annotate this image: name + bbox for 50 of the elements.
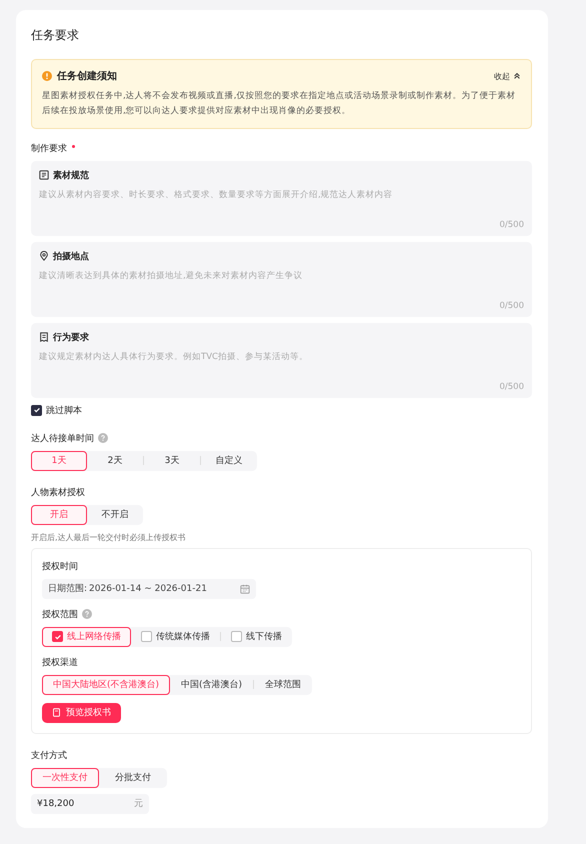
document-icon [39, 170, 49, 180]
field-label: 达人待接单时间 [31, 432, 94, 445]
scope-option[interactable]: 线下传播 [221, 626, 292, 647]
check-icon [54, 632, 62, 641]
notice-text: 星图素材授权任务中,达人将不会发布视频或直播,仅按照您的要求在指定地点或活动场景录制或制作素材。为了便于素材后续在投放场景使用,您可以向达人要求提供对应素材中出现肖像的必要授权。 [42, 90, 516, 118]
date-range-field[interactable]: 日期范围: 2026-01-14 ~ 2026-01-21 [42, 578, 256, 599]
clipboard-icon [39, 332, 49, 342]
character-count: 0/500 [500, 382, 524, 392]
segment-option[interactable]: 自定义 [201, 450, 257, 471]
text-area[interactable]: 行为要求 建议规定素材内达人具体行为要求。例如TVC拍摄、参与某活动等。 0/500 [31, 322, 532, 398]
field-title: 素材规范 [53, 169, 89, 182]
hint-text: 开启后,达人最后一轮交付时必须上传授权书 [31, 532, 187, 543]
calendar-icon [240, 584, 250, 594]
location-pin-icon [39, 251, 49, 262]
field-label: 授权范围 [42, 608, 78, 621]
segment-option[interactable]: 3天 [144, 450, 200, 471]
segment-option[interactable]: 分批支付 [99, 768, 167, 788]
checkbox[interactable] [231, 631, 242, 642]
checkbox[interactable] [141, 631, 152, 642]
amount-field[interactable]: ¥18,200 元 [31, 794, 149, 814]
character-count: 0/500 [500, 300, 524, 311]
segment-option[interactable]: 2天 [87, 450, 143, 471]
field-title: 拍摄地点 [53, 250, 89, 263]
chevron-up-icon [513, 72, 521, 80]
segment-option[interactable]: 全球范围 [254, 674, 312, 695]
checkbox-label: 跳过脚本 [46, 404, 82, 417]
scope-option[interactable]: 传统媒体传播 [131, 626, 220, 647]
field-label: 授权渠道 [42, 656, 78, 669]
field-label: 制作要求 [31, 142, 532, 155]
segment-option[interactable]: 中国(含港澳台) [170, 674, 254, 695]
collapse-toggle[interactable]: 收起 [494, 70, 521, 82]
checkbox[interactable] [31, 404, 42, 416]
text-input[interactable]: 建议清晰表达到具体的素材拍摄地址,避免未来对素材内容产生争议 [39, 270, 524, 301]
text-area[interactable]: 拍摄地点 建议清晰表达到具体的素材拍摄地址,避免未来对素材内容产生争议 0/500 [31, 242, 532, 317]
segment-option[interactable]: 不开启 [87, 504, 143, 525]
text-input[interactable]: 建议从素材内容要求、时长要求、格式要求、数量要求等方面展开介绍,规范达人素材内容 [39, 188, 524, 220]
field-label: 授权时间 [42, 560, 78, 573]
checkbox[interactable] [52, 631, 63, 642]
character-count: 0/500 [500, 220, 524, 230]
preview-button[interactable]: 预览授权书 [42, 702, 121, 723]
check-icon [32, 406, 40, 414]
field-label: 支付方式 [31, 750, 67, 762]
text-area[interactable]: 素材规范 建议从素材内容要求、时长要求、格式要求、数量要求等方面展开介绍,规范达人素材内容 0/500 [31, 160, 532, 236]
text-input[interactable]: 建议规定素材内达人具体行为要求。例如TVC拍摄、参与某活动等。 [39, 350, 524, 382]
field-label: 人物素材授权 [31, 486, 85, 499]
notice-title: 任务创建须知 [57, 70, 117, 83]
section-title: 任务要求 [31, 27, 80, 44]
document-icon [52, 708, 61, 718]
warning-icon [42, 71, 52, 81]
field-title: 行为要求 [53, 331, 89, 344]
